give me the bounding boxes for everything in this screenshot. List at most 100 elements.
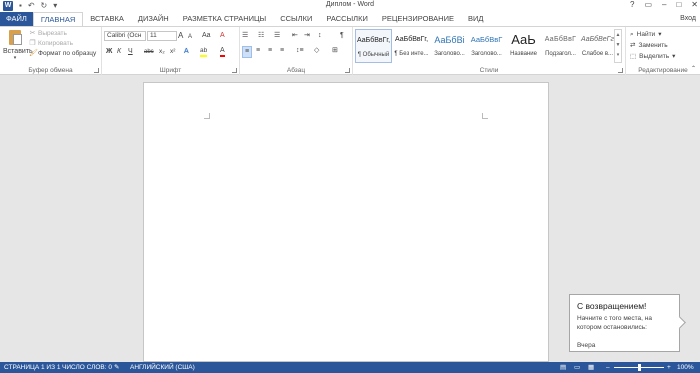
sort-icon[interactable]: ↕: [318, 31, 322, 41]
web-layout-icon[interactable]: ▦: [588, 362, 594, 373]
align-left-icon[interactable]: ≡: [242, 46, 252, 58]
paragraph-launcher-icon[interactable]: [345, 68, 350, 73]
clear-formatting-button[interactable]: A: [220, 31, 225, 41]
italic-button[interactable]: К: [117, 47, 121, 57]
tab-insert[interactable]: ВСТАВКА: [83, 12, 131, 26]
chevron-down-icon: ▾: [672, 53, 676, 60]
clipboard-group-label: Буфер обмена: [28, 67, 73, 74]
select-button[interactable]: ⬚ Выделить ▾: [630, 51, 675, 62]
line-spacing-icon[interactable]: ↕≡: [296, 46, 304, 56]
document-page[interactable]: [143, 82, 549, 362]
cut-label: Вырезать: [38, 30, 67, 37]
style-sample: АаБбВвГг,: [394, 36, 429, 43]
replace-button[interactable]: ⇄ Заменить: [630, 40, 668, 51]
copy-button[interactable]: ❐ Копировать: [29, 39, 96, 49]
tab-file[interactable]: ФАЙЛ: [0, 12, 33, 26]
tab-view[interactable]: ВИД: [461, 12, 490, 26]
highlight-button[interactable]: ab: [200, 46, 208, 57]
chevron-down-icon[interactable]: ▼: [615, 40, 621, 50]
font-size-input[interactable]: 11: [147, 31, 177, 41]
tab-home[interactable]: ГЛАВНАЯ: [32, 12, 84, 26]
subscript-button[interactable]: x₂: [159, 47, 165, 57]
numbering-icon[interactable]: ☷: [258, 31, 264, 41]
show-marks-button[interactable]: ¶: [340, 31, 344, 41]
status-bar: СТРАНИЦА 1 ИЗ 1 ЧИСЛО СЛОВ: 0 ✎ АНГЛИЙСК…: [0, 362, 700, 373]
find-button[interactable]: ⌕ Найти ▾: [630, 29, 661, 40]
style-no-spacing[interactable]: АаБбВвГг, ¶ Без инте...: [393, 29, 430, 63]
styles-launcher-icon[interactable]: [618, 68, 623, 73]
style-heading-1[interactable]: АаБбВі Заголово...: [431, 29, 468, 63]
font-color-button[interactable]: A: [220, 46, 225, 57]
change-case-button[interactable]: Aa: [202, 31, 211, 41]
styles-gallery-scroll[interactable]: ▲ ▼ ▾: [614, 29, 622, 63]
signin-link[interactable]: Вход: [680, 12, 696, 26]
multilevel-list-icon[interactable]: ☰: [274, 31, 280, 41]
style-sample: АаБбВеГг: [581, 36, 614, 43]
print-layout-icon[interactable]: ▭: [574, 362, 580, 373]
search-icon: ⌕: [630, 31, 634, 38]
replace-icon: ⇄: [630, 42, 636, 49]
style-title[interactable]: АаЬ Название: [505, 29, 542, 63]
welcome-back-callout[interactable]: С возвращением! Начните с того места, на…: [569, 294, 680, 352]
callout-title: С возвращением!: [577, 301, 647, 311]
tab-page-layout[interactable]: РАЗМЕТКА СТРАНИЦЫ: [176, 12, 273, 26]
superscript-button[interactable]: x²: [170, 47, 175, 57]
close-button[interactable]: ✕: [691, 0, 698, 9]
increase-indent-icon[interactable]: ⇥: [304, 31, 310, 41]
shrink-font-button[interactable]: A: [188, 32, 192, 42]
chevron-up-icon[interactable]: ▲: [615, 30, 621, 40]
collapse-ribbon-icon[interactable]: ⌃: [691, 65, 696, 72]
callout-date-link[interactable]: Вчера: [577, 342, 672, 349]
text-effects-button[interactable]: A: [184, 47, 189, 57]
brush-icon: 🖌: [29, 50, 38, 57]
format-painter-button[interactable]: 🖌 Формат по образцу: [29, 49, 96, 59]
font-name-input[interactable]: Calibri (Осн: [104, 31, 146, 41]
zoom-in-button[interactable]: +: [667, 362, 671, 373]
help-button[interactable]: ?: [630, 0, 634, 9]
margin-marker: [204, 113, 210, 119]
tab-mailings[interactable]: РАССЫЛКИ: [319, 12, 375, 26]
bullets-icon[interactable]: ☰: [242, 31, 248, 41]
font-launcher-icon[interactable]: [232, 68, 237, 73]
style-name: Заголово...: [434, 51, 465, 57]
clipboard-launcher-icon[interactable]: [94, 68, 99, 73]
justify-icon[interactable]: ≡: [280, 46, 284, 56]
minimize-button[interactable]: –: [662, 0, 666, 9]
style-subtitle[interactable]: АаБбВвГ Подзагол...: [542, 29, 579, 63]
zoom-slider-thumb[interactable]: [638, 364, 641, 371]
style-name: ¶ Обычный: [357, 52, 390, 58]
read-mode-icon[interactable]: ▤: [560, 362, 566, 373]
shading-icon[interactable]: ◇: [314, 46, 319, 56]
tab-review[interactable]: РЕЦЕНЗИРОВАНИЕ: [375, 12, 461, 26]
word-count[interactable]: ЧИСЛО СЛОВ: 0: [62, 362, 112, 373]
copy-label: Копировать: [38, 40, 73, 47]
copy-icon: ❐: [29, 40, 36, 47]
style-subtle-emphasis[interactable]: АаБбВеГг Слабое в...: [579, 29, 616, 63]
maximize-button[interactable]: □: [676, 0, 681, 9]
style-heading-2[interactable]: АаБбВвГ Заголово...: [468, 29, 505, 63]
decrease-indent-icon[interactable]: ⇤: [292, 31, 298, 41]
borders-icon[interactable]: ⊞: [332, 46, 338, 56]
chevron-down-icon: ▾: [658, 31, 662, 38]
style-normal[interactable]: АаБбВвГг, ¶ Обычный: [355, 29, 392, 63]
zoom-out-button[interactable]: –: [606, 362, 610, 373]
strikethrough-button[interactable]: abc: [144, 47, 154, 57]
page-count[interactable]: СТРАНИЦА 1 ИЗ 1: [4, 362, 60, 373]
align-right-icon[interactable]: ≡: [268, 46, 272, 56]
cut-button[interactable]: ✂ Вырезать: [29, 29, 96, 39]
underline-button[interactable]: Ч: [128, 47, 133, 57]
ribbon: Вставить ▾ ✂ Вырезать ❐ Копировать 🖌 Фор…: [0, 26, 700, 75]
grow-font-button[interactable]: A: [178, 31, 183, 41]
zoom-level[interactable]: 100%: [677, 362, 694, 373]
ribbon-display-button[interactable]: ▭: [644, 0, 652, 9]
window-title: Диплом - Word: [325, 1, 375, 8]
paste-button[interactable]: Вставить ▾: [3, 29, 33, 61]
proofing-icon[interactable]: ✎: [114, 362, 119, 373]
tab-references[interactable]: ССЫЛКИ: [273, 12, 319, 26]
align-center-icon[interactable]: ≡: [256, 46, 260, 56]
font-group-label: Шрифт: [159, 67, 182, 74]
bold-button[interactable]: Ж: [106, 47, 112, 57]
tab-design[interactable]: ДИЗАЙН: [131, 12, 176, 26]
language-indicator[interactable]: АНГЛИЙСКИЙ (США): [130, 362, 195, 373]
more-icon[interactable]: ▾: [615, 50, 621, 60]
